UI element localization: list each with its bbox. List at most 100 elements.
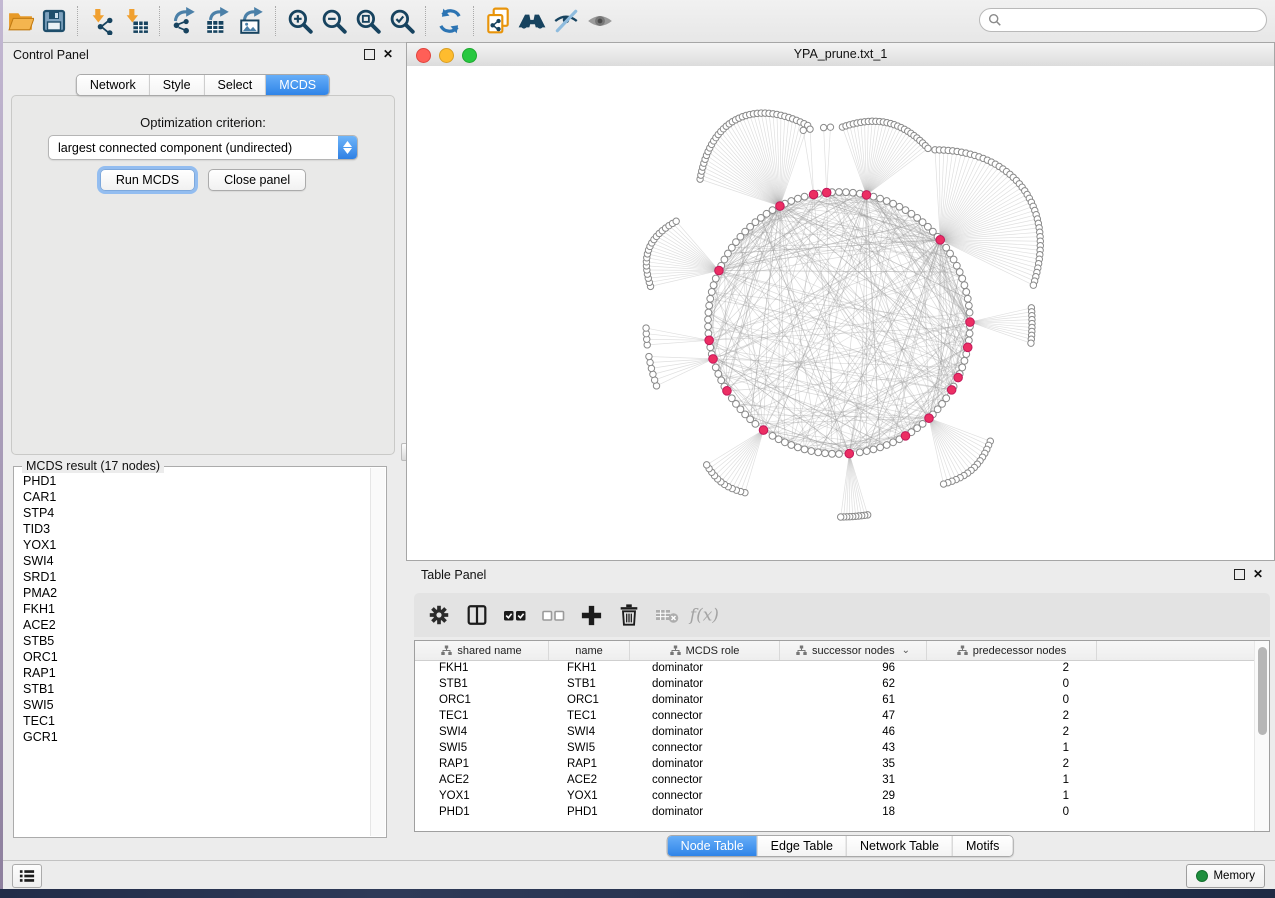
table-row[interactable]: ACE2ACE2connector311 [415,772,1255,788]
control-panel-title: Control Panel [13,48,89,62]
clone-network-icon[interactable] [481,5,515,37]
run-mcds-button[interactable]: Run MCDS [100,169,195,191]
table-row[interactable]: PHD1PHD1dominator180 [415,804,1255,820]
save-session-icon[interactable] [37,5,71,37]
mcds-result-item[interactable]: SRD1 [23,569,371,585]
tab-mcds[interactable]: MCDS [265,75,329,95]
mcds-result-item[interactable]: STB5 [23,633,371,649]
zoom-out-icon[interactable] [317,5,351,37]
table-settings-gear-icon[interactable] [422,598,456,632]
mcds-result-item[interactable]: STP4 [23,505,371,521]
task-history-button[interactable] [12,864,42,888]
select-stepper-icon [338,136,357,159]
memory-button[interactable]: Memory [1186,864,1265,888]
table-scrollbar-thumb[interactable] [1258,647,1267,735]
table-panel-title: Table Panel [421,568,486,582]
import-network-icon[interactable] [85,5,119,37]
column-header-successor-nodes[interactable]: successor nodes ⌄ [780,641,927,660]
mcds-result-item[interactable]: SWI4 [23,553,371,569]
zoom-fit-icon[interactable] [351,5,385,37]
column-header-mcds-role[interactable]: MCDS role [630,641,780,660]
table-row[interactable]: TEC1TEC1connector472 [415,708,1255,724]
mcds-result-item[interactable]: GCR1 [23,729,371,745]
function-builder-icon-disabled: f(x) [688,598,722,632]
column-type-icon [441,645,452,656]
table-scrollbar[interactable] [1254,641,1269,831]
mcds-result-box: MCDS result (17 nodes) PHD1CAR1STP4TID3Y… [13,466,387,838]
mcds-result-item[interactable]: RAP1 [23,665,371,681]
hide-panel-icon[interactable] [549,5,583,37]
preview-eye-icon[interactable] [583,5,617,37]
export-table-icon[interactable] [201,5,235,37]
mcds-result-item[interactable]: CAR1 [23,489,371,505]
desktop-background-bottom [0,889,1275,898]
mcds-result-item[interactable]: TEC1 [23,713,371,729]
toolbar-separator [275,6,277,36]
tab-motifs[interactable]: Motifs [952,836,1012,856]
column-header-predecessor-nodes[interactable]: predecessor nodes [927,641,1097,660]
search-input[interactable] [1007,12,1266,28]
network-titlebar[interactable]: YPA_prune.txt_1 [407,43,1274,67]
table-row[interactable]: ORC1ORC1dominator610 [415,692,1255,708]
tab-network-table[interactable]: Network Table [846,836,952,856]
mcds-result-item[interactable]: SWI5 [23,697,371,713]
network-view[interactable] [407,66,1274,560]
table-panel-titlebar: Table Panel ✕ [406,563,1275,587]
search-box[interactable] [979,8,1267,32]
table-row[interactable]: RAP1RAP1dominator352 [415,756,1255,772]
table-row[interactable]: SWI4SWI4dominator462 [415,724,1255,740]
delete-column-trash-icon[interactable] [612,598,646,632]
control-panel-close-icon[interactable]: ✕ [383,48,393,60]
criterion-select[interactable]: largest connected component (undirected) [48,135,358,160]
export-network-icon[interactable] [167,5,201,37]
refresh-icon[interactable] [433,5,467,37]
tab-edge-table[interactable]: Edge Table [757,836,846,856]
mcds-result-item[interactable]: PMA2 [23,585,371,601]
close-panel-button[interactable]: Close panel [208,169,306,191]
tab-node-table[interactable]: Node Table [668,836,757,856]
tab-network[interactable]: Network [77,75,149,95]
network-window: YPA_prune.txt_1 [406,42,1275,561]
column-type-icon [957,645,968,656]
mcds-result-item[interactable]: ACE2 [23,617,371,633]
column-type-icon [670,645,681,656]
table-panel-close-icon[interactable]: ✕ [1253,568,1263,580]
mcds-result-item[interactable]: STB1 [23,681,371,697]
tab-style[interactable]: Style [149,75,204,95]
table-panel-tabs: Node Table Edge Table Network Table Moti… [667,835,1014,857]
mcds-result-item[interactable]: PHD1 [23,473,371,489]
add-column-icon[interactable] [574,598,608,632]
open-session-icon[interactable] [3,5,37,37]
table-panel-float-icon[interactable] [1234,569,1245,580]
mcds-list-scrollbar[interactable] [370,468,385,836]
table-row[interactable]: STB1STB1dominator620 [415,676,1255,692]
control-panel-titlebar: Control Panel ✕ [3,44,403,68]
mcds-result-item[interactable]: TID3 [23,521,371,537]
memory-status-dot [1196,870,1208,882]
mcds-result-item[interactable]: YOX1 [23,537,371,553]
import-table-icon[interactable] [119,5,153,37]
network-canvas[interactable] [407,66,1274,560]
deselect-all-icon[interactable] [536,598,570,632]
column-header-name[interactable]: name [549,641,630,660]
mcds-result-item[interactable]: FKH1 [23,601,371,617]
search-network-icon[interactable] [515,5,549,37]
show-columns-icon[interactable] [460,598,494,632]
column-header-shared-name[interactable]: shared name [415,641,549,660]
table-row[interactable]: SWI5SWI5connector431 [415,740,1255,756]
table-toolbar: f(x) [414,593,1270,637]
table-row[interactable]: FKH1FKH1dominator962 [415,660,1255,676]
tab-select[interactable]: Select [204,75,266,95]
sort-chevron-icon[interactable]: ⌄ [902,645,910,656]
memory-label: Memory [1213,870,1255,882]
control-panel-float-icon[interactable] [364,49,375,60]
mcds-result-list[interactable]: PHD1CAR1STP4TID3YOX1SWI4SRD1PMA2FKH1ACE2… [15,468,371,836]
zoom-selected-icon[interactable] [385,5,419,37]
node-table: shared name name MCDS role successor nod… [414,640,1270,832]
table-row[interactable]: YOX1YOX1connector291 [415,788,1255,804]
select-all-icon[interactable] [498,598,532,632]
zoom-in-icon[interactable] [283,5,317,37]
mcds-result-item[interactable]: ORC1 [23,649,371,665]
toolbar-separator [77,6,79,36]
export-image-icon[interactable] [235,5,269,37]
